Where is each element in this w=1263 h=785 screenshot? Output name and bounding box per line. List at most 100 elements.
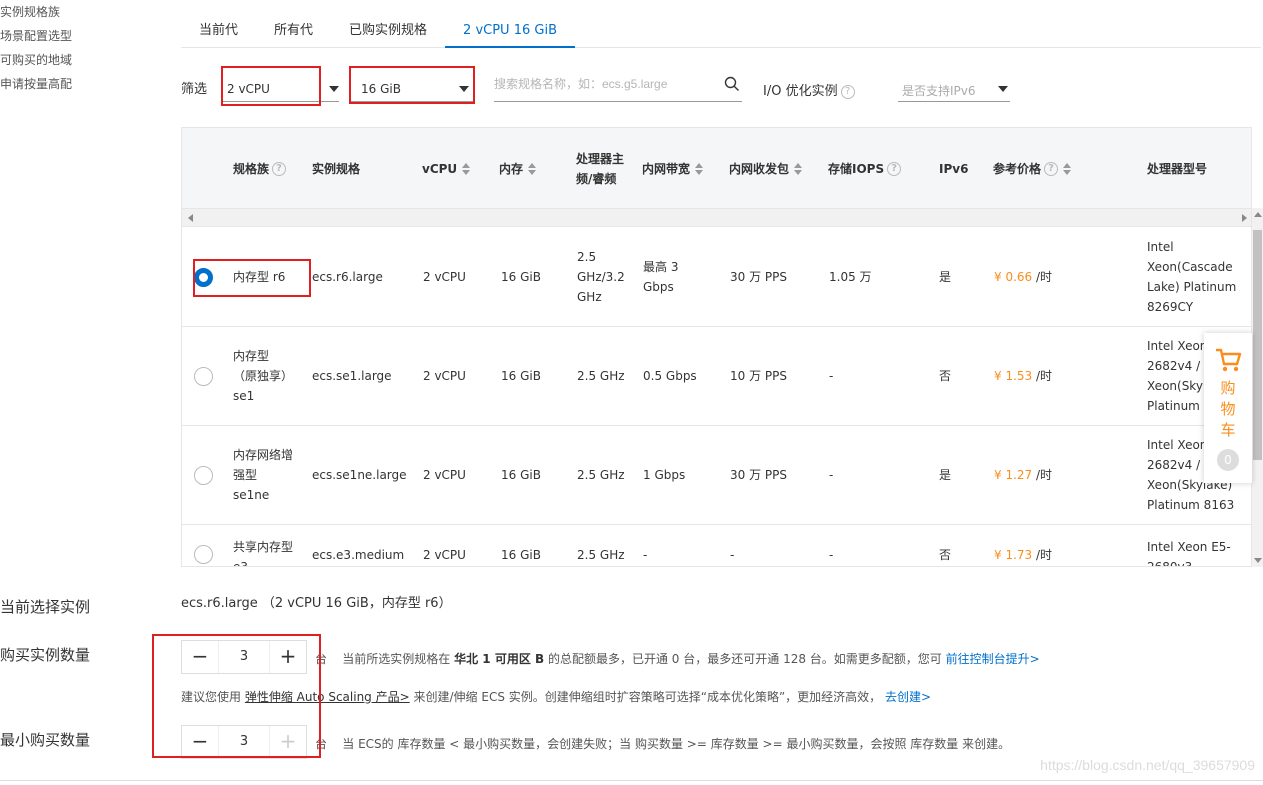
header-family: 规格族? [233, 128, 287, 209]
header-iops: 存储IOPS? [828, 128, 902, 209]
ipv6-select[interactable]: 是否支持IPv6 [898, 70, 1010, 102]
header-pps[interactable]: 内网收发包 [729, 128, 803, 209]
cell-vcpu: 2 vCPU [423, 468, 466, 482]
table-row[interactable]: 内存型 r6 ecs.r6.large 2 vCPU 16 GiB 2.5 GH… [182, 228, 1251, 327]
header-cpu-model: 处理器型号 [1147, 162, 1208, 176]
nav-item-instance-family[interactable]: 实例规格族 [0, 2, 120, 26]
quota-console-link[interactable]: 前往控制台提升> [946, 652, 1040, 666]
cell-pps: 10 万 PPS [730, 369, 787, 383]
cell-family: 内存网络增强型 se1ne [233, 448, 294, 502]
highlight-box-vcpu [221, 66, 321, 106]
row-radio[interactable] [194, 545, 213, 564]
cell-freq: 2.5 GHz [577, 548, 625, 562]
tab-2vcpu-16gib[interactable]: 2 vCPU 16 GiB [445, 14, 575, 48]
cart-icon [1204, 347, 1252, 376]
generation-tabs: 当前代 所有代 已购实例规格 2 vCPU 16 GiB [181, 14, 1261, 48]
min-qty-hint: 台 当 ECS的 库存数量 < 最小购买数量，会创建失败；当 购买数量 >= 库… [315, 737, 1011, 751]
divider [0, 780, 1263, 781]
vertical-scrollbar[interactable] [1252, 208, 1263, 567]
highlight-box-memory [349, 66, 475, 104]
cell-bandwidth: 1 Gbps [643, 468, 686, 482]
scroll-down-icon[interactable] [1254, 558, 1262, 563]
cell-spec: ecs.se1.large [312, 369, 392, 383]
filter-row: 筛选 2 vCPU 16 GiB I/O 优化实例? 是否支持IPv6 [181, 66, 1261, 106]
horizontal-scrollbar[interactable] [182, 209, 1251, 227]
cell-bandwidth: 0.5 Gbps [643, 369, 697, 383]
sort-icon[interactable] [794, 162, 803, 175]
table-row[interactable]: 内存网络增强型 se1ne ecs.se1ne.large 2 vCPU 16 … [182, 426, 1251, 525]
highlight-box-quantity [152, 634, 321, 758]
row-radio[interactable] [194, 466, 213, 485]
shopping-cart[interactable]: 购物车 0 [1204, 333, 1252, 483]
cell-family: 内存型（原独享）se1 [233, 349, 288, 403]
header-cpu-freq: 处理器主频/睿频 [576, 151, 625, 186]
header-spec: 实例规格 [312, 162, 361, 176]
cell-memory: 16 GiB [501, 270, 541, 284]
cell-ipv6: 是 [939, 270, 952, 284]
cell-spec: ecs.e3.medium [312, 548, 405, 562]
cell-bandwidth: 最高 3 Gbps [643, 260, 679, 294]
ipv6-select-value: 是否支持IPv6 [902, 84, 976, 98]
cell-memory: 16 GiB [501, 548, 541, 562]
cell-iops: - [829, 548, 834, 562]
cell-ipv6: 否 [939, 369, 952, 383]
scroll-up-icon[interactable] [1254, 212, 1262, 217]
search-icon[interactable] [724, 76, 740, 95]
header-bandwidth[interactable]: 内网带宽 [642, 128, 704, 209]
table-row[interactable]: 内存型（原独享）se1 ecs.se1.large 2 vCPU 16 GiB … [182, 327, 1251, 426]
min-qty-label: 最小购买数量 [0, 731, 91, 749]
tab-current-gen[interactable]: 当前代 [181, 14, 256, 48]
cell-bandwidth: - [643, 548, 648, 562]
header-vcpu[interactable]: vCPU [422, 128, 471, 209]
table-header: 规格族? 实例规格 vCPU 内存 处理器主频/睿频 内网带宽 内网收发包 存储… [182, 128, 1251, 209]
table-row[interactable]: 共享内存型 e3 ecs.e3.medium 2 vCPU 16 GiB 2.5… [182, 525, 1251, 567]
spec-search [494, 70, 742, 102]
help-icon[interactable]: ? [1044, 161, 1059, 176]
cell-ipv6: 是 [939, 468, 952, 482]
nav-item-apply-high-config[interactable]: 申请按量高配 [0, 74, 120, 98]
cell-price: ¥ 1.53 /时 [994, 369, 1053, 383]
cell-price: ¥ 1.73 /时 [994, 548, 1053, 562]
sort-icon[interactable] [462, 162, 471, 175]
sort-icon[interactable] [1063, 162, 1072, 175]
help-icon[interactable]: ? [887, 161, 902, 176]
nav-item-available-regions[interactable]: 可购买的地域 [0, 50, 120, 74]
cart-count-badge: 0 [1217, 449, 1239, 471]
cell-iops: 1.05 万 [829, 270, 872, 284]
cell-pps: 30 万 PPS [730, 468, 787, 482]
purchase-qty-label: 购买实例数量 [0, 646, 91, 664]
header-price[interactable]: 参考价格? [993, 128, 1072, 209]
highlight-box-selected-row [193, 259, 311, 297]
help-icon[interactable]: ? [272, 161, 287, 176]
sort-icon[interactable] [528, 162, 537, 175]
cell-price: ¥ 0.66 /时 [994, 270, 1053, 284]
tab-purchased-specs[interactable]: 已购实例规格 [331, 14, 445, 48]
row-radio[interactable] [194, 367, 213, 386]
cell-iops: - [829, 468, 834, 482]
spec-search-input[interactable] [494, 70, 714, 98]
scroll-left-icon[interactable] [188, 214, 193, 222]
cart-label: 购物车 [1220, 379, 1236, 439]
cell-pps: 30 万 PPS [730, 270, 787, 284]
tab-all-gen[interactable]: 所有代 [256, 14, 331, 48]
cell-cpu-model: Intel Xeon E5-2680v3 [1147, 540, 1231, 567]
header-ipv6: IPv6 [939, 161, 969, 176]
cell-cpu-model: Intel Xeon(Cascade Lake) Platinum 8269CY [1147, 240, 1237, 314]
create-scaling-link[interactable]: 去创建> [885, 690, 931, 704]
chevron-down-icon [998, 86, 1008, 92]
cell-iops: - [829, 369, 834, 383]
help-icon[interactable]: ? [840, 84, 855, 99]
instance-table: 规格族? 实例规格 vCPU 内存 处理器主频/睿频 内网带宽 内网收发包 存储… [181, 127, 1252, 567]
cell-pps: - [730, 548, 735, 562]
sort-icon[interactable] [695, 162, 704, 175]
filter-label: 筛选 [181, 82, 208, 97]
scroll-thumb[interactable] [1253, 230, 1262, 460]
header-memory[interactable]: 内存 [499, 128, 537, 209]
io-optimized-label[interactable]: I/O 优化实例? [763, 80, 855, 99]
scroll-right-icon[interactable] [1242, 214, 1247, 222]
quota-hint: 台 当前所选实例规格在 华北 1 可用区 B 的总配额最多，已开通 0 台，最多… [315, 652, 1040, 666]
cell-memory: 16 GiB [501, 369, 541, 383]
cell-spec: ecs.se1ne.large [312, 468, 407, 482]
page: 实例规格族 场景配置选型 可购买的地域 申请按量高配 当前代 所有代 已购实例规… [0, 0, 1263, 785]
nav-item-scenario-selection[interactable]: 场景配置选型 [0, 26, 120, 50]
